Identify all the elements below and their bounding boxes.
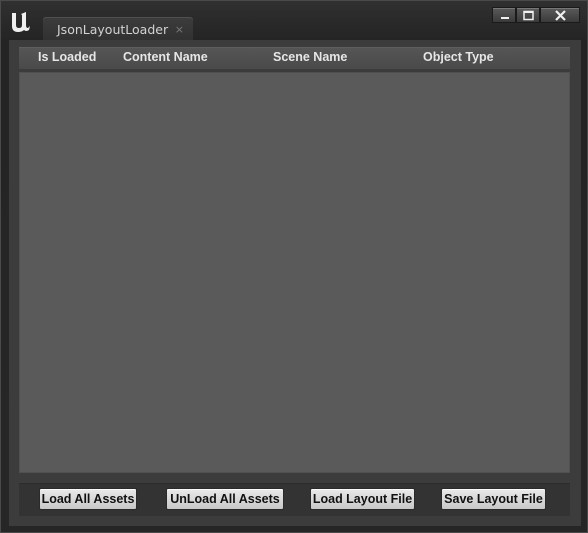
action-bar: Load All Assets UnLoad All Assets Load L… [19, 483, 570, 516]
column-scene-name[interactable]: Scene Name [273, 50, 347, 64]
load-all-assets-button[interactable]: Load All Assets [39, 488, 137, 510]
maximize-button[interactable] [516, 7, 540, 23]
app-window: JsonLayoutLoader × Is Loaded Content Nam… [0, 0, 588, 533]
asset-list[interactable] [19, 72, 570, 473]
unreal-logo-icon [7, 7, 35, 35]
tab-close-icon[interactable]: × [175, 23, 184, 36]
content-panel: Is Loaded Content Name Scene Name Object… [9, 40, 581, 526]
column-content-name[interactable]: Content Name [123, 50, 208, 64]
save-layout-file-button[interactable]: Save Layout File [441, 488, 546, 510]
minimize-button[interactable] [492, 7, 516, 23]
close-icon [555, 10, 566, 21]
close-button[interactable] [540, 7, 580, 23]
unload-all-assets-button[interactable]: UnLoad All Assets [166, 488, 284, 510]
column-is-loaded[interactable]: Is Loaded [38, 50, 96, 64]
minimize-icon [501, 17, 509, 19]
table-header: Is Loaded Content Name Scene Name Object… [19, 47, 570, 69]
tab-title: JsonLayoutLoader [57, 22, 169, 37]
load-layout-file-button[interactable]: Load Layout File [310, 488, 415, 510]
maximize-icon [523, 10, 534, 21]
column-object-type[interactable]: Object Type [423, 50, 494, 64]
